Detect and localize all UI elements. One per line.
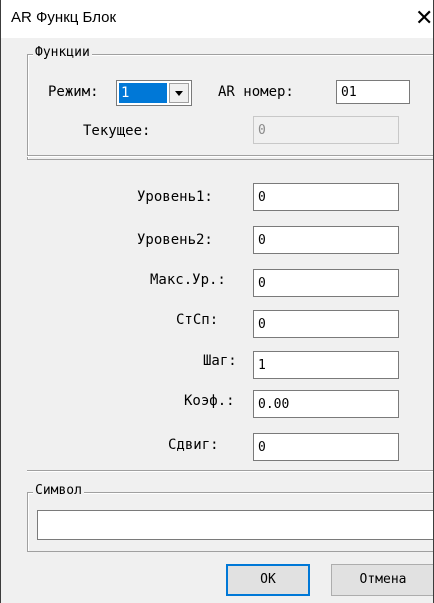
stsp-field[interactable] <box>253 310 399 338</box>
title-bar: AR Функц Блок ✕ <box>1 0 433 38</box>
ar-function-block-dialog: AR Функц Блок ✕ Функции Режим: 1 AR номе… <box>0 0 434 603</box>
step-label: Шаг: <box>203 353 237 369</box>
cancel-button-label: Отмена <box>359 572 407 587</box>
current-label: Текущее: <box>83 123 151 139</box>
max-level-field[interactable] <box>253 269 399 297</box>
mode-combobox[interactable]: 1 <box>116 80 192 106</box>
ar-number-label: AR номер: <box>218 84 294 100</box>
close-icon[interactable]: ✕ <box>415 4 433 34</box>
stsp-label: СтСп: <box>176 312 219 328</box>
ok-button[interactable]: ОК <box>226 564 310 596</box>
symbol-legend: Символ <box>33 483 84 498</box>
mode-label: Режим: <box>48 84 99 100</box>
functions-legend: Функции <box>33 45 92 60</box>
coef-field[interactable] <box>253 390 399 418</box>
section-divider <box>27 155 433 157</box>
level1-label: Уровень1: <box>137 189 213 205</box>
coef-label: Коэф.: <box>184 393 235 409</box>
chevron-down-icon <box>175 91 183 96</box>
level1-field[interactable] <box>253 183 399 211</box>
offset-label: Сдвиг: <box>168 437 219 453</box>
functions-group <box>27 54 433 160</box>
cancel-button[interactable]: Отмена <box>331 564 433 596</box>
offset-field[interactable] <box>253 433 399 461</box>
ok-button-label: ОК <box>260 572 276 587</box>
max-level-label: Макс.Ур.: <box>150 272 226 288</box>
current-field <box>253 116 399 144</box>
step-field[interactable] <box>253 351 399 379</box>
mode-dropdown-button[interactable] <box>169 83 189 103</box>
level2-label: Уровень2: <box>137 232 213 248</box>
window-title: AR Функц Блок <box>11 9 117 26</box>
level2-field[interactable] <box>253 226 399 254</box>
symbol-field[interactable] <box>37 510 433 540</box>
params-bottom-divider <box>27 470 433 472</box>
mode-selected-value: 1 <box>119 83 167 103</box>
ar-number-field[interactable] <box>336 80 410 104</box>
